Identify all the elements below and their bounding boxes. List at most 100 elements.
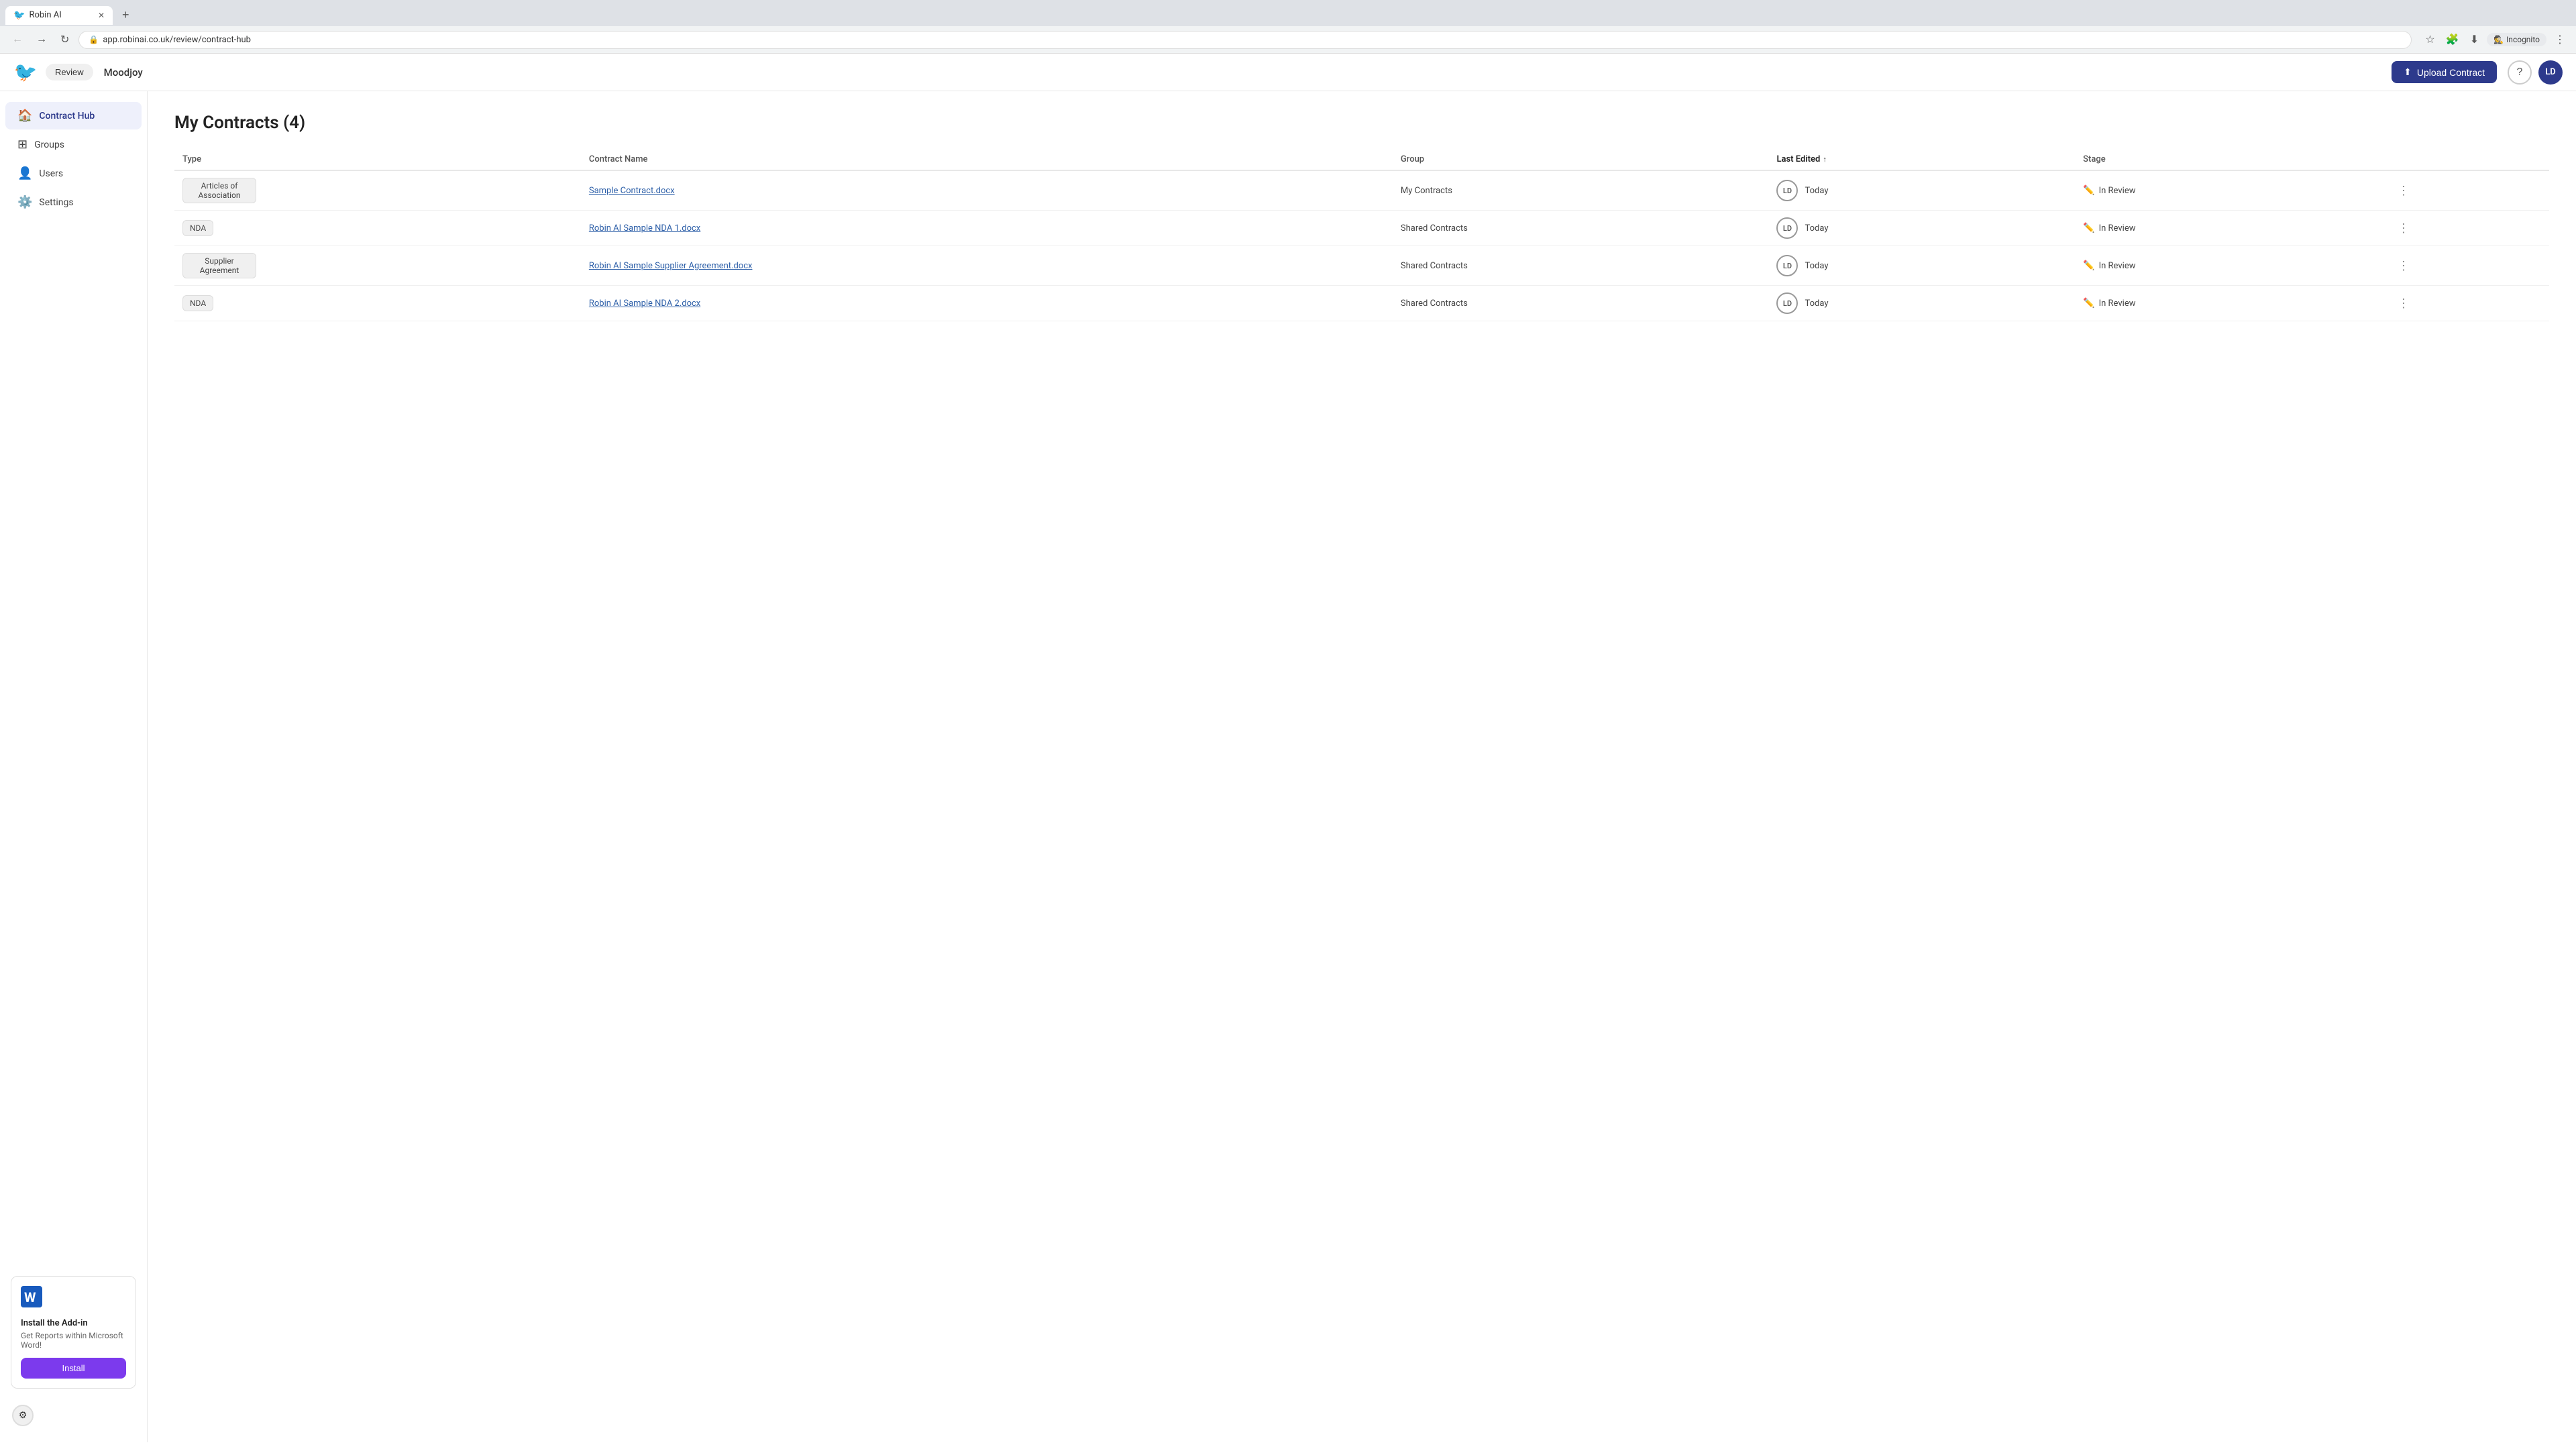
- word-icon: W: [21, 1286, 126, 1313]
- contract-name-cell-2: Robin AI Sample Supplier Agreement.docx: [581, 246, 1393, 286]
- type-cell-1: NDA: [174, 211, 581, 246]
- contract-link-2[interactable]: Robin AI Sample Supplier Agreement.docx: [589, 261, 753, 271]
- app-container: 🐦 Review Moodjoy ⬆ Upload Contract ? LD …: [0, 54, 2576, 1442]
- group-text-2: Shared Contracts: [1401, 261, 1468, 271]
- robin-logo: 🐦: [14, 61, 38, 83]
- edit-icon-3: ✏️: [2083, 298, 2094, 309]
- more-cell-3: ⋮: [2385, 286, 2549, 321]
- group-text-0: My Contracts: [1401, 186, 1452, 196]
- editor-avatar-1: LD: [1776, 217, 1798, 239]
- browser-chrome: 🐦 Robin AI ✕ + ← → ↻ 🔒 app.robinai.co.uk…: [0, 0, 2576, 54]
- home-icon: 🏠: [17, 109, 32, 123]
- more-button-3[interactable]: ⋮: [2394, 294, 2414, 313]
- upload-contract-button[interactable]: ⬆ Upload Contract: [2392, 61, 2497, 83]
- tab-close-button[interactable]: ✕: [98, 11, 105, 20]
- stage-label-1: In Review: [2099, 223, 2136, 233]
- editor-avatar-0: LD: [1776, 180, 1798, 201]
- more-cell-1: ⋮: [2385, 211, 2549, 246]
- group-cell-3: Shared Contracts: [1393, 286, 1769, 321]
- editor-avatar-3: LD: [1776, 292, 1798, 314]
- last-edited-cell-0: LD Today: [1768, 170, 2075, 211]
- edit-icon-0: ✏️: [2083, 185, 2094, 196]
- contract-link-0[interactable]: Sample Contract.docx: [589, 186, 675, 196]
- type-badge-0: Articles of Association: [182, 178, 256, 203]
- active-tab[interactable]: 🐦 Robin AI ✕: [5, 6, 113, 25]
- user-avatar[interactable]: LD: [2538, 60, 2563, 85]
- contract-link-3[interactable]: Robin AI Sample NDA 2.docx: [589, 299, 700, 309]
- group-text-3: Shared Contracts: [1401, 299, 1468, 309]
- type-badge-3: NDA: [182, 295, 213, 311]
- type-badge-2: Supplier Agreement: [182, 253, 256, 278]
- edited-date-1: Today: [1805, 223, 1828, 233]
- browser-tabs: 🐦 Robin AI ✕ +: [0, 0, 2576, 26]
- tab-favicon: 🐦: [13, 10, 25, 21]
- edited-date-3: Today: [1805, 299, 1828, 309]
- editor-avatar-2: LD: [1776, 255, 1798, 276]
- edited-date-2: Today: [1805, 261, 1828, 271]
- addon-description: Get Reports within Microsoft Word!: [21, 1331, 126, 1350]
- bookmark-button[interactable]: ☆: [2422, 30, 2437, 49]
- stage-label-0: In Review: [2099, 186, 2136, 196]
- table-row: Articles of Association Sample Contract.…: [174, 170, 2549, 211]
- tab-title: Robin AI: [29, 10, 94, 20]
- group-text-1: Shared Contracts: [1401, 223, 1468, 233]
- group-cell-2: Shared Contracts: [1393, 246, 1769, 286]
- new-tab-button[interactable]: +: [115, 4, 136, 26]
- col-stage: Stage: [2075, 149, 2385, 170]
- address-text: app.robinai.co.uk/review/contract-hub: [103, 35, 2402, 45]
- last-edited-cell-1: LD Today: [1768, 211, 2075, 246]
- col-group: Group: [1393, 149, 1769, 170]
- sidebar-item-label: Groups: [34, 140, 64, 150]
- more-button-2[interactable]: ⋮: [2394, 256, 2414, 276]
- install-addon-button[interactable]: Install: [21, 1358, 126, 1379]
- upload-contract-label: Upload Contract: [2417, 67, 2485, 78]
- nav-icons: ☆ 🧩 ⬇ 🕵️ Incognito ⋮: [2422, 30, 2568, 49]
- incognito-label: Incognito: [2506, 35, 2540, 44]
- stage-cell-3: ✏️ In Review: [2075, 286, 2385, 321]
- type-badge-1: NDA: [182, 220, 213, 236]
- groups-icon: ⊞: [17, 138, 28, 152]
- col-actions: [2385, 149, 2549, 170]
- address-bar[interactable]: 🔒 app.robinai.co.uk/review/contract-hub: [78, 31, 2412, 49]
- incognito-badge: 🕵️ Incognito: [2487, 33, 2546, 46]
- more-button-1[interactable]: ⋮: [2394, 219, 2414, 238]
- app-logo: 🐦: [13, 60, 38, 85]
- reload-button[interactable]: ↻: [56, 30, 73, 49]
- help-button[interactable]: ?: [2508, 60, 2532, 85]
- extensions-button[interactable]: 🧩: [2443, 30, 2462, 49]
- users-icon: 👤: [17, 166, 32, 180]
- sidebar-item-settings[interactable]: ⚙️ Settings: [5, 189, 142, 216]
- last-edited-cell-3: LD Today: [1768, 286, 2075, 321]
- type-cell-0: Articles of Association: [174, 170, 581, 211]
- stage-cell-2: ✏️ In Review: [2075, 246, 2385, 286]
- col-last-edited[interactable]: Last Edited ↑: [1768, 149, 2075, 170]
- more-button-0[interactable]: ⋮: [2394, 181, 2414, 201]
- back-button[interactable]: ←: [8, 31, 27, 48]
- sidebar-bottom-icon[interactable]: ⚙: [12, 1405, 34, 1426]
- sidebar: 🏠 Contract Hub ⊞ Groups 👤 Users ⚙️ Setti…: [0, 91, 148, 1442]
- app-header: 🐦 Review Moodjoy ⬆ Upload Contract ? LD: [0, 54, 2576, 91]
- app-title: Moodjoy: [104, 66, 2392, 78]
- main-panel: My Contracts (4) Type Contract Name Grou…: [148, 91, 2576, 1442]
- group-cell-0: My Contracts: [1393, 170, 1769, 211]
- menu-button[interactable]: ⋮: [2552, 30, 2568, 49]
- last-edited-cell-2: LD Today: [1768, 246, 2075, 286]
- sort-arrow-icon: ↑: [1823, 155, 1827, 164]
- contract-link-1[interactable]: Robin AI Sample NDA 1.docx: [589, 223, 700, 233]
- table-row: NDA Robin AI Sample NDA 1.docx Shared Co…: [174, 211, 2549, 246]
- group-cell-1: Shared Contracts: [1393, 211, 1769, 246]
- more-cell-2: ⋮: [2385, 246, 2549, 286]
- forward-button[interactable]: →: [32, 31, 51, 48]
- edit-icon-1: ✏️: [2083, 223, 2094, 233]
- sidebar-item-users[interactable]: 👤 Users: [5, 160, 142, 187]
- sidebar-item-contract-hub[interactable]: 🏠 Contract Hub: [5, 102, 142, 129]
- type-cell-2: Supplier Agreement: [174, 246, 581, 286]
- contract-name-cell-1: Robin AI Sample NDA 1.docx: [581, 211, 1393, 246]
- sidebar-item-groups[interactable]: ⊞ Groups: [5, 131, 142, 158]
- type-cell-3: NDA: [174, 286, 581, 321]
- table-row: NDA Robin AI Sample NDA 2.docx Shared Co…: [174, 286, 2549, 321]
- review-button[interactable]: Review: [46, 64, 93, 80]
- download-button[interactable]: ⬇: [2467, 30, 2481, 49]
- stage-cell-0: ✏️ In Review: [2075, 170, 2385, 211]
- incognito-icon: 🕵️: [2493, 35, 2504, 44]
